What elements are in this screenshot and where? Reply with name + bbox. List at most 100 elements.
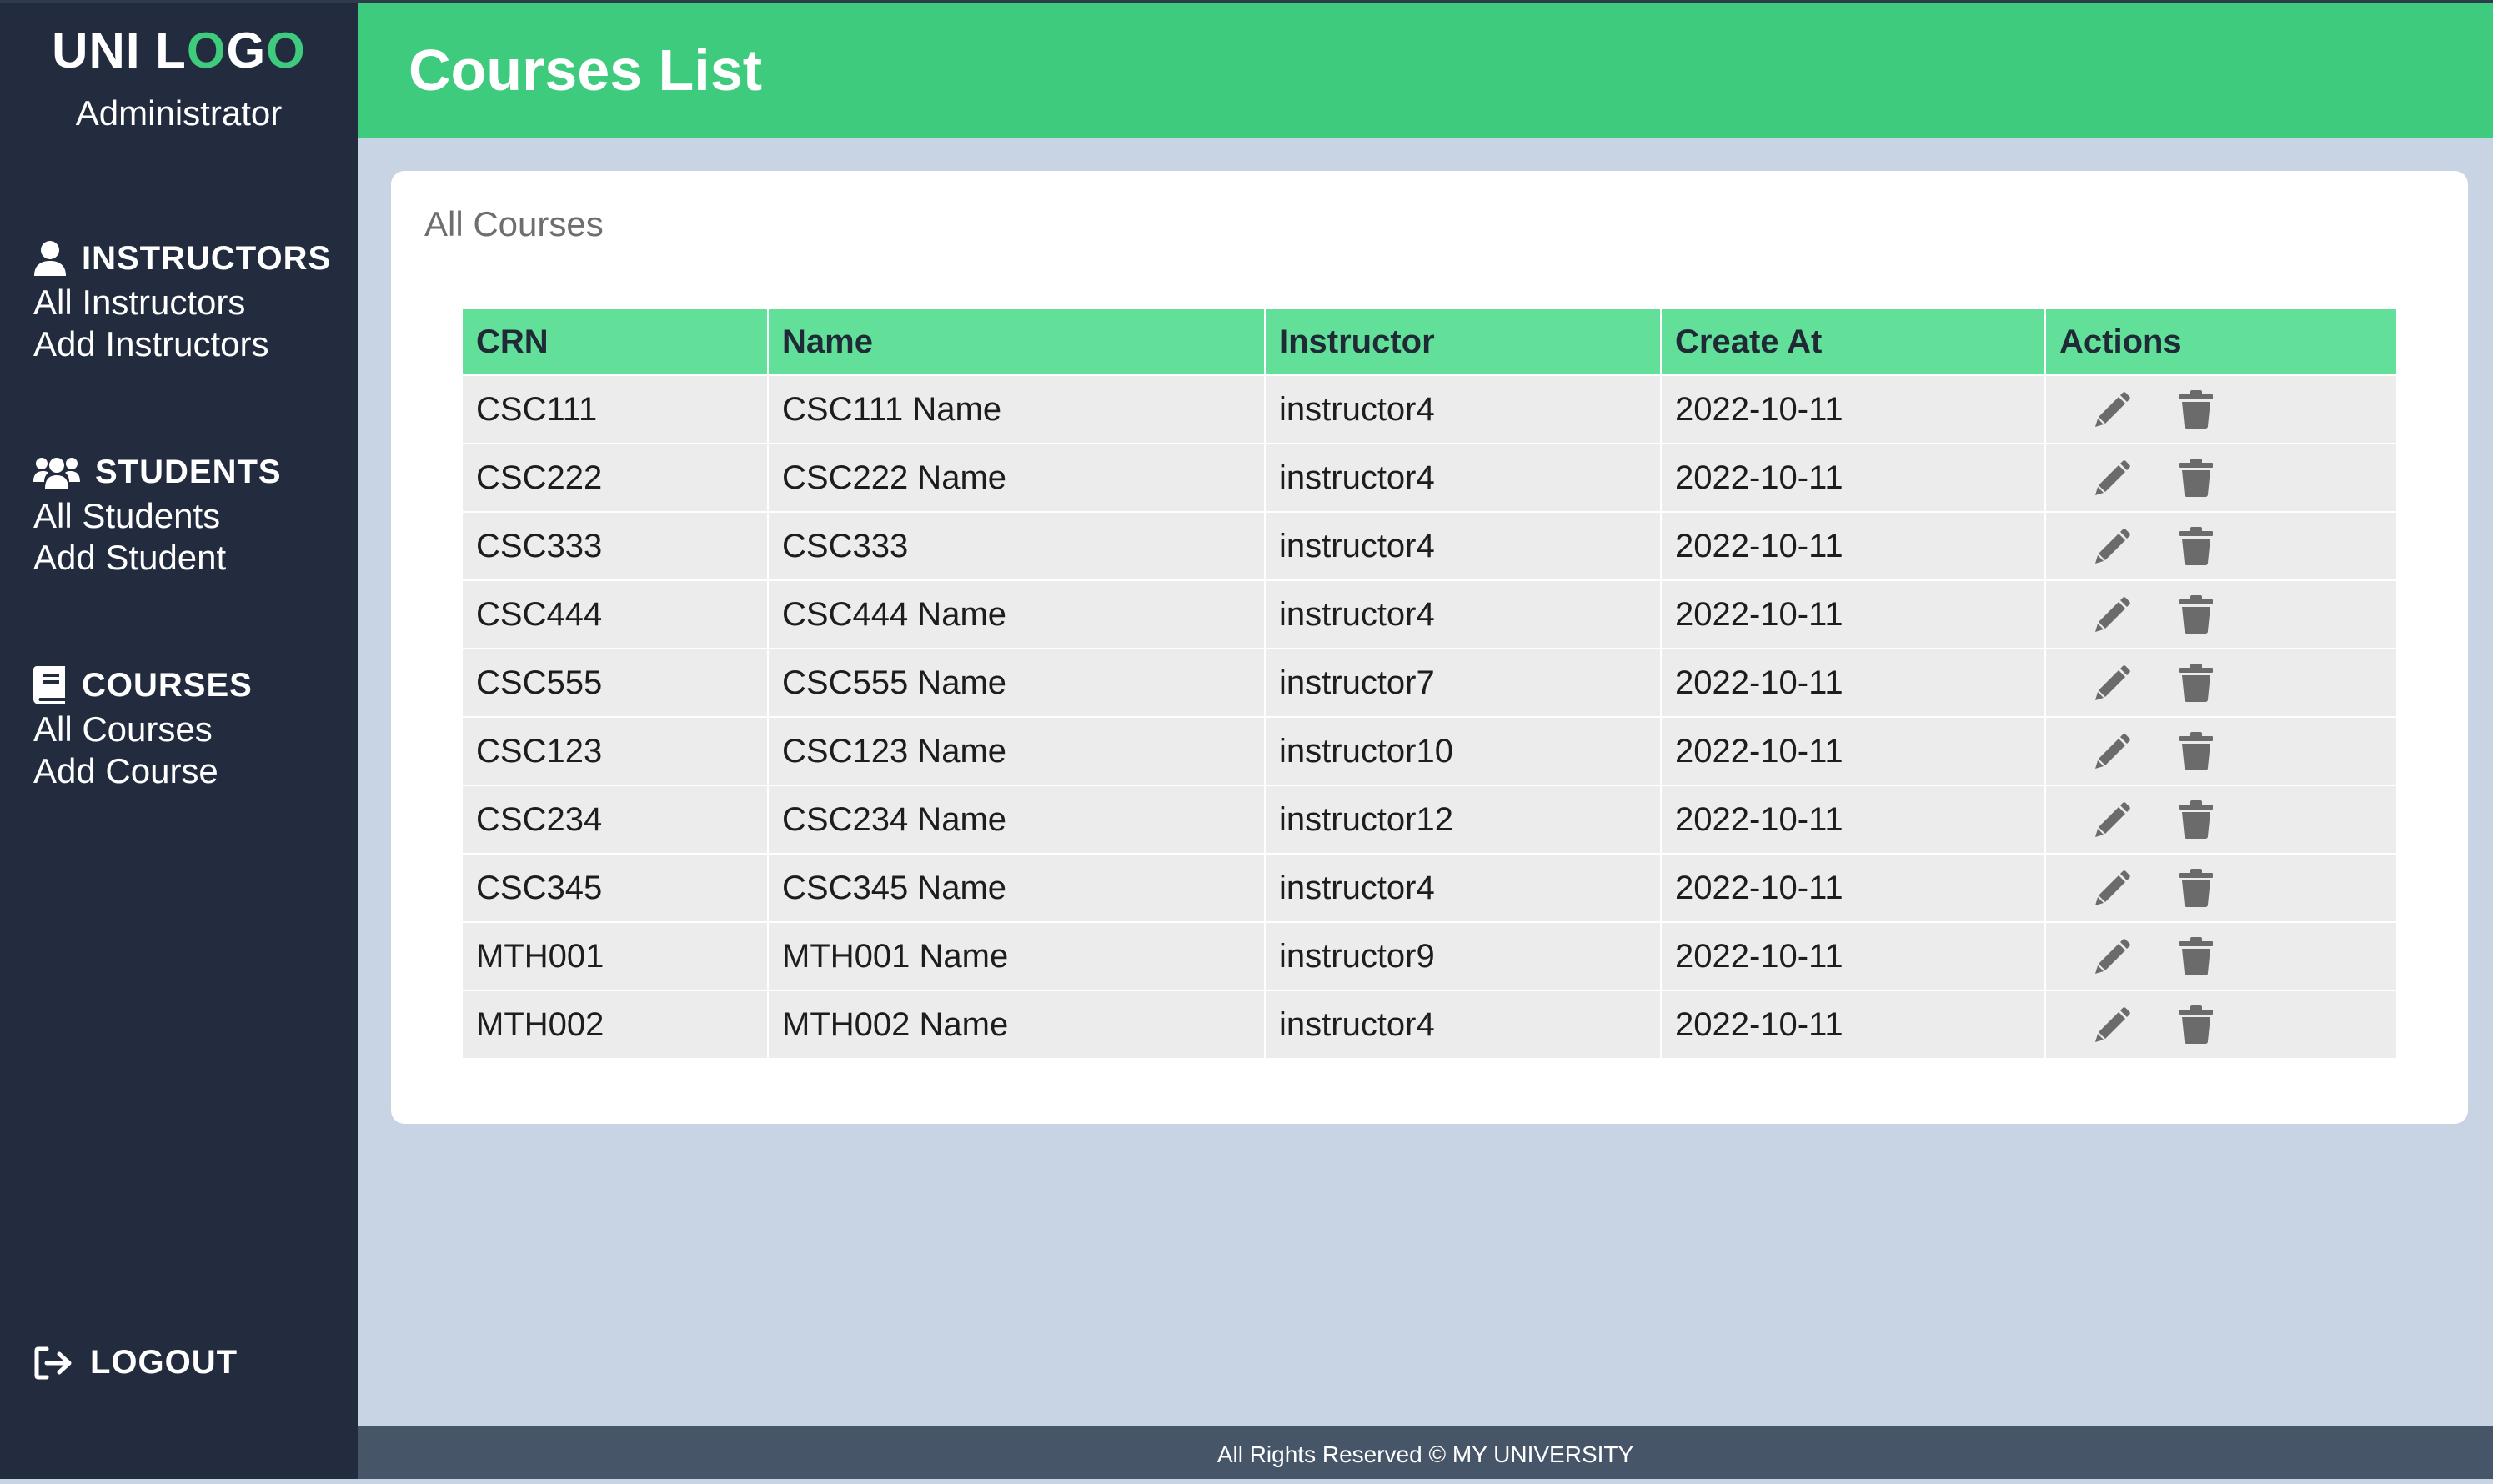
- edit-button[interactable]: [2093, 388, 2133, 431]
- cell-actions: [2045, 511, 2396, 580]
- delete-button[interactable]: [2176, 661, 2216, 704]
- delete-button[interactable]: [2176, 593, 2216, 636]
- cell-actions: [2045, 785, 2396, 854]
- cell-instructor: instructor4: [1265, 853, 1662, 922]
- pencil-icon: [2095, 939, 2130, 974]
- nav-heading-courses: COURSES: [33, 662, 253, 709]
- cell-actions: [2045, 716, 2396, 785]
- trash-icon: [2179, 459, 2213, 497]
- cell-instructor: instructor10: [1265, 716, 1662, 785]
- cell-actions: [2045, 990, 2396, 1058]
- cell-created: 2022-10-11: [1661, 990, 2046, 1058]
- page-title: Courses List: [409, 38, 762, 103]
- cell-name: MTH001 Name: [768, 921, 1266, 990]
- user-role: Administrator: [75, 93, 283, 133]
- table-row: CSC234 CSC234 Name instructor12 2022-10-…: [463, 785, 2396, 854]
- nav-heading-instructors: INSTRUCTORS: [33, 235, 331, 282]
- trash-icon: [2179, 869, 2213, 907]
- delete-button[interactable]: [2176, 866, 2216, 910]
- edit-button[interactable]: [2093, 866, 2133, 910]
- column-header-create-at[interactable]: Create At: [1661, 309, 2046, 375]
- users-icon: [33, 458, 80, 489]
- window-top-border: [0, 0, 2493, 3]
- cell-actions: [2045, 374, 2396, 444]
- pencil-icon: [2095, 665, 2130, 700]
- cell-name: CSC444 Name: [768, 579, 1266, 649]
- table-row: CSC123 CSC123 Name instructor10 2022-10-…: [463, 716, 2396, 785]
- cell-actions: [2045, 921, 2396, 990]
- delete-button[interactable]: [2176, 935, 2216, 978]
- delete-button[interactable]: [2176, 388, 2216, 431]
- row-actions: [2059, 524, 2383, 568]
- row-actions: [2059, 388, 2383, 431]
- row-actions: [2059, 1003, 2383, 1046]
- cell-name: CSC123 Name: [768, 716, 1266, 785]
- column-header-crn[interactable]: CRN: [463, 309, 769, 375]
- nav-section-students: STUDENTS All Students Add Student: [33, 449, 282, 579]
- cell-crn: CSC345: [463, 853, 769, 922]
- trash-icon: [2179, 800, 2213, 839]
- table-row: MTH001 MTH001 Name instructor9 2022-10-1…: [463, 921, 2396, 990]
- cell-name: CSC111 Name: [768, 374, 1266, 444]
- row-actions: [2059, 798, 2383, 841]
- cell-crn: CSC123: [463, 716, 769, 785]
- column-header-name[interactable]: Name: [768, 309, 1266, 375]
- cell-name: CSC234 Name: [768, 785, 1266, 854]
- trash-icon: [2179, 732, 2213, 770]
- delete-button[interactable]: [2176, 798, 2216, 841]
- table-row: CSC444 CSC444 Name instructor4 2022-10-1…: [463, 579, 2396, 649]
- cell-instructor: instructor4: [1265, 443, 1662, 512]
- table-header-row: CRN Name Instructor Create At Actions: [463, 309, 2396, 375]
- edit-button[interactable]: [2093, 593, 2133, 636]
- cell-crn: CSC234: [463, 785, 769, 854]
- row-actions: [2059, 866, 2383, 910]
- logo: UNI LOGO: [52, 23, 306, 78]
- cell-instructor: instructor12: [1265, 785, 1662, 854]
- cell-actions: [2045, 853, 2396, 922]
- cell-instructor: instructor7: [1265, 648, 1662, 717]
- nav-link-all-courses[interactable]: All Courses: [33, 709, 253, 750]
- cell-actions: [2045, 579, 2396, 649]
- delete-button[interactable]: [2176, 456, 2216, 499]
- cell-created: 2022-10-11: [1661, 374, 2046, 444]
- page-header: Courses List: [358, 0, 2493, 138]
- cell-crn: MTH002: [463, 990, 769, 1058]
- row-actions: [2059, 661, 2383, 704]
- edit-button[interactable]: [2093, 524, 2133, 568]
- logout-button[interactable]: LOGOUT: [33, 1344, 238, 1381]
- row-actions: [2059, 935, 2383, 978]
- cell-crn: CSC222: [463, 443, 769, 512]
- edit-button[interactable]: [2093, 661, 2133, 704]
- cell-crn: CSC333: [463, 511, 769, 580]
- trash-icon: [2179, 1005, 2213, 1044]
- pencil-icon: [2095, 529, 2130, 564]
- pencil-icon: [2095, 597, 2130, 632]
- row-actions: [2059, 593, 2383, 636]
- nav-link-all-instructors[interactable]: All Instructors: [33, 282, 331, 323]
- table-row: CSC222 CSC222 Name instructor4 2022-10-1…: [463, 443, 2396, 512]
- nav-link-all-students[interactable]: All Students: [33, 495, 282, 537]
- table-row: CSC333 CSC333 instructor4 2022-10-11: [463, 511, 2396, 580]
- edit-button[interactable]: [2093, 798, 2133, 841]
- nav-link-add-student[interactable]: Add Student: [33, 537, 282, 579]
- cell-created: 2022-10-11: [1661, 853, 2046, 922]
- cell-crn: CSC111: [463, 374, 769, 444]
- nav-link-add-instructors[interactable]: Add Instructors: [33, 323, 331, 365]
- pencil-icon: [2095, 1007, 2130, 1042]
- nav-link-add-course[interactable]: Add Course: [33, 750, 253, 792]
- edit-button[interactable]: [2093, 1003, 2133, 1046]
- pencil-icon: [2095, 802, 2130, 837]
- edit-button[interactable]: [2093, 935, 2133, 978]
- table-body: CSC111 CSC111 Name instructor4 2022-10-1…: [463, 374, 2396, 1058]
- cell-created: 2022-10-11: [1661, 785, 2046, 854]
- trash-icon: [2179, 527, 2213, 565]
- column-header-instructor[interactable]: Instructor: [1265, 309, 1662, 375]
- edit-button[interactable]: [2093, 729, 2133, 773]
- delete-button[interactable]: [2176, 1003, 2216, 1046]
- cell-instructor: instructor4: [1265, 990, 1662, 1058]
- delete-button[interactable]: [2176, 729, 2216, 773]
- logout-icon: [34, 1346, 72, 1379]
- delete-button[interactable]: [2176, 524, 2216, 568]
- edit-button[interactable]: [2093, 456, 2133, 499]
- cell-created: 2022-10-11: [1661, 443, 2046, 512]
